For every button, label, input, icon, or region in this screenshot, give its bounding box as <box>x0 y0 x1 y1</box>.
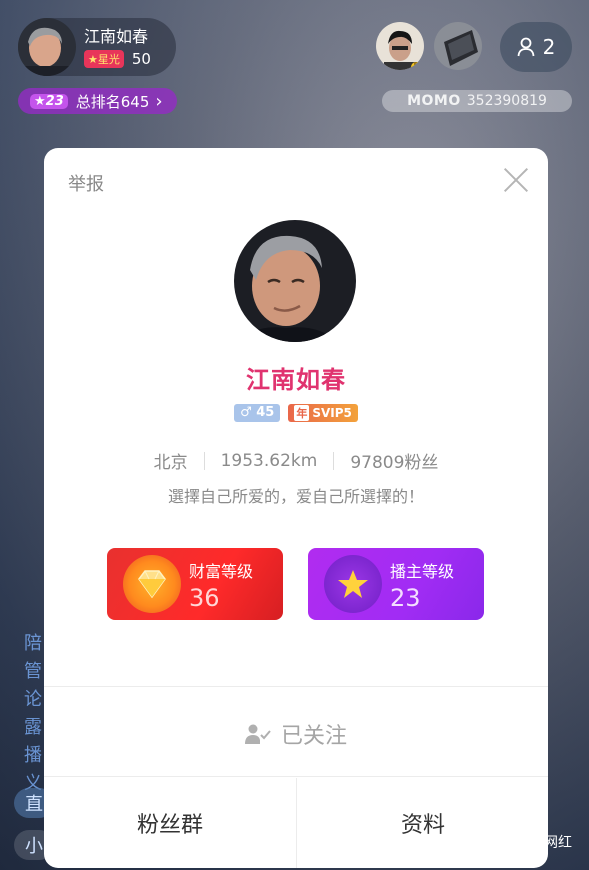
viewer-level-badge: 0 <box>474 62 482 70</box>
online-count-button[interactable]: 2 <box>500 22 572 72</box>
star-icon <box>324 555 382 613</box>
host-level-count: 50 <box>131 49 151 68</box>
fan-count: 97809粉丝 <box>350 453 439 473</box>
profile-bio: 選擇自己所爱的，爱自己所選擇的！ <box>167 487 424 506</box>
rank-pill[interactable]: ★23 总排名645 › <box>18 88 177 114</box>
viewer-avatar[interactable]: 50 <box>376 22 424 70</box>
location: 北京 <box>153 453 188 473</box>
viewer-avatar[interactable]: 0 <box>434 22 482 70</box>
follow-status-label: 已关注 <box>280 724 347 749</box>
followed-user-icon <box>244 724 271 744</box>
host-level-card[interactable]: 播主等级 23 <box>308 548 484 620</box>
host-rank-badge: ★星光 <box>84 49 124 68</box>
distance: 1953.62km <box>220 450 318 471</box>
host-name: 江南如春 <box>84 26 149 46</box>
chat-text-behind: 陪 管 论 露 播 义 <box>24 633 42 794</box>
wechat-icon <box>484 832 508 851</box>
watermark-text: 今日网红 <box>516 835 572 851</box>
report-button[interactable]: 举报 <box>68 170 104 196</box>
star-icon: ★ <box>34 93 46 109</box>
close-icon[interactable] <box>502 166 530 194</box>
profile-button[interactable]: 资料 <box>297 778 548 868</box>
host-level-value: 23 <box>390 584 421 612</box>
follow-status-button[interactable]: 已关注 <box>44 718 548 750</box>
profile-avatar[interactable] <box>234 220 356 342</box>
host-avatar[interactable] <box>18 18 76 76</box>
profile-meta: 北京 1953.62km 97809粉丝 <box>44 448 548 474</box>
divider <box>44 686 548 687</box>
wealth-level-card[interactable]: 财富等级 36 <box>107 548 283 620</box>
online-count: 2 <box>542 35 556 59</box>
divider <box>44 776 548 777</box>
rank-level-badge: ★23 <box>30 93 68 109</box>
host-info-pill[interactable]: 江南如春 ★星光 50 <box>18 18 176 76</box>
watermark: 今日网红 <box>484 832 572 852</box>
chevron-right-icon: › <box>155 90 163 112</box>
profile-card: 举报 江南如春 ♂ 45 年 SVIP5 北京 1953.62km 97809粉丝… <box>44 148 548 868</box>
fan-group-button[interactable]: 粉丝群 <box>44 778 296 868</box>
profile-name: 江南如春 <box>246 366 346 394</box>
gender-age-badge: ♂ 45 <box>234 404 281 422</box>
person-icon <box>517 37 535 57</box>
momo-id-pill: MOMO 352390819 <box>382 90 572 112</box>
momo-logo: MOMO <box>407 93 461 109</box>
host-level-label: 播主等级 <box>390 562 455 581</box>
svip-badge: 年 SVIP5 <box>288 404 358 422</box>
viewer-level-badge: 50 <box>410 62 424 70</box>
wealth-level-value: 36 <box>189 584 220 612</box>
momo-id: 352390819 <box>466 93 547 109</box>
wealth-level-label: 财富等级 <box>189 562 254 581</box>
rank-text: 总排名645 <box>75 92 150 111</box>
diamond-icon <box>123 555 181 613</box>
